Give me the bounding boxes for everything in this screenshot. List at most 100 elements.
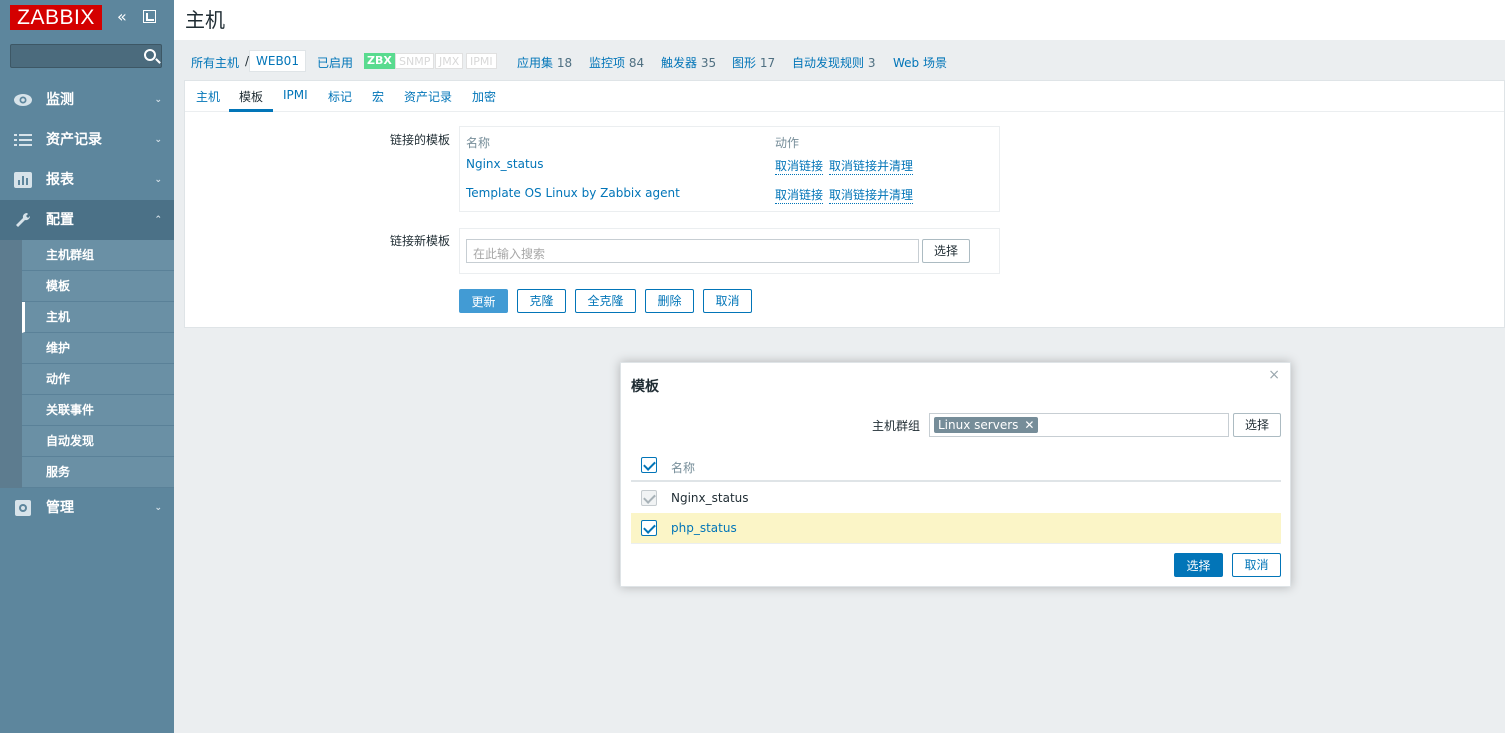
full-clone-button[interactable]: 全克隆	[575, 289, 636, 313]
linked-templates-label: 链接的模板	[389, 133, 450, 147]
menu-inventory[interactable]: 资产记录 ⌄	[0, 120, 174, 160]
menu-label: 资产记录	[46, 132, 102, 148]
linked-template-link[interactable]: Nginx_status	[466, 157, 544, 171]
menu-label: 报表	[46, 172, 74, 188]
template-search-input[interactable]: 在此输入搜索	[466, 239, 919, 263]
unlink-link[interactable]: 取消链接	[775, 186, 824, 204]
chevron-down-icon: ⌄	[154, 175, 162, 185]
host-navigation: 所有主机 / WEB01 已启用 ZBX SNMP JMX IPMI 应用集 1…	[184, 40, 1505, 80]
nav-triggers[interactable]: 触发器 35	[661, 54, 716, 71]
linked-template-link[interactable]: Template OS Linux by Zabbix agent	[466, 186, 680, 200]
zabbix-logo[interactable]: ZABBIX	[10, 5, 102, 30]
column-action: 动作	[775, 136, 800, 150]
tab-inventory[interactable]: 资产记录	[404, 88, 452, 105]
select-all-checkbox[interactable]	[641, 457, 657, 473]
nav-items-count: 84	[628, 56, 645, 70]
row-checkbox-disabled	[641, 490, 657, 506]
nav-applications[interactable]: 应用集 18	[517, 54, 572, 71]
breadcrumb-host[interactable]: WEB01	[249, 50, 306, 72]
unlink-and-clear-link[interactable]: 取消链接并清理	[829, 157, 914, 175]
nav-triggers-label: 触发器	[661, 56, 698, 70]
sidebar: ZABBIX « 监测 ⌄ 资产记录 ⌄ 报表 ⌄ 配置 ⌃ 主机群组 模板 主…	[0, 0, 174, 733]
nav-items-label: 监控项	[589, 56, 626, 70]
close-icon[interactable]: ×	[1268, 367, 1280, 383]
chevron-down-icon: ⌄	[154, 503, 162, 513]
nav-graphs[interactable]: 图形 17	[732, 54, 775, 71]
menu-monitoring[interactable]: 监测 ⌄	[0, 80, 174, 120]
host-form: 主机 模板 IPMI 标记 宏 资产记录 加密 链接的模板 名称 动作 Ngin…	[184, 80, 1505, 328]
submenu-item-services[interactable]: 服务	[22, 457, 174, 488]
submenu-item-actions[interactable]: 动作	[22, 364, 174, 395]
bar-chart-icon	[13, 172, 33, 188]
submenu-item-host-groups[interactable]: 主机群组	[22, 240, 174, 271]
sidebar-search[interactable]	[10, 44, 162, 68]
collapse-sidebar-icon[interactable]: «	[117, 9, 127, 25]
submenu-item-templates[interactable]: 模板	[22, 271, 174, 302]
cancel-button[interactable]: 取消	[703, 289, 752, 313]
delete-button[interactable]: 删除	[645, 289, 694, 313]
host-group-chip: Linux servers ✕	[934, 417, 1039, 433]
main-menu: 监测 ⌄ 资产记录 ⌄ 报表 ⌄ 配置 ⌃ 主机群组 模板 主机 维护 动作 关…	[0, 80, 174, 528]
kiosk-mode-icon[interactable]	[143, 10, 156, 23]
chip-remove-icon[interactable]: ✕	[1024, 418, 1034, 432]
menu-configuration[interactable]: 配置 ⌃	[0, 200, 174, 240]
template-row: Nginx_status	[631, 483, 1281, 514]
link-new-templates-label: 链接新模板	[389, 234, 450, 248]
search-icon[interactable]	[144, 49, 156, 61]
column-name: 名称	[671, 461, 696, 475]
availability-zbx: ZBX	[364, 53, 395, 69]
tab-encryption[interactable]: 加密	[472, 88, 496, 105]
nav-graphs-label: 图形	[732, 56, 757, 70]
page-title: 主机	[185, 8, 225, 32]
nav-graphs-count: 17	[759, 56, 776, 70]
unlink-link[interactable]: 取消链接	[775, 157, 824, 175]
menu-administration[interactable]: 管理 ⌄	[0, 488, 174, 528]
menu-reports[interactable]: 报表 ⌄	[0, 160, 174, 200]
tab-tags[interactable]: 标记	[328, 88, 352, 105]
nav-web-scenarios[interactable]: Web 场景	[893, 54, 947, 71]
submenu-item-maintenance[interactable]: 维护	[22, 333, 174, 364]
submenu-item-correlation[interactable]: 关联事件	[22, 395, 174, 426]
nav-discovery[interactable]: 自动发现规则 3	[792, 54, 875, 71]
menu-label: 管理	[46, 500, 74, 516]
breadcrumb-all-hosts[interactable]: 所有主机	[191, 54, 239, 71]
row-checkbox[interactable]	[641, 520, 657, 536]
list-icon	[13, 132, 33, 148]
status-badge: 已启用	[317, 56, 354, 70]
template-name: Nginx_status	[671, 491, 749, 505]
submenu-item-discovery[interactable]: 自动发现	[22, 426, 174, 457]
chevron-up-icon: ⌃	[154, 215, 162, 225]
host-group-label: 主机群组	[872, 419, 921, 433]
logo-row: ZABBIX «	[0, 0, 174, 36]
select-host-group-button[interactable]: 选择	[1233, 413, 1281, 437]
nav-applications-count: 18	[556, 56, 573, 70]
tab-macros[interactable]: 宏	[372, 88, 384, 105]
tab-host[interactable]: 主机	[196, 88, 220, 105]
tab-ipmi[interactable]: IPMI	[283, 88, 308, 102]
nav-discovery-label: 自动发现规则	[792, 56, 865, 70]
tab-templates[interactable]: 模板	[239, 88, 263, 105]
nav-items[interactable]: 监控项 84	[589, 54, 644, 71]
dialog-cancel-button[interactable]: 取消	[1232, 553, 1281, 577]
column-name: 名称	[466, 136, 491, 150]
unlink-and-clear-link[interactable]: 取消链接并清理	[829, 186, 914, 204]
dialog-select-button[interactable]: 选择	[1174, 553, 1223, 577]
eye-icon	[13, 92, 33, 108]
linked-templates-table: 名称 动作 Nginx_status 取消链接 取消链接并清理 Template…	[459, 126, 1000, 212]
chevron-down-icon: ⌄	[154, 135, 162, 145]
clone-button[interactable]: 克隆	[517, 289, 566, 313]
menu-label: 配置	[46, 212, 74, 228]
submenu-item-hosts[interactable]: 主机	[22, 302, 174, 333]
link-new-templates-field: 在此输入搜索 选择	[459, 228, 1000, 274]
host-group-input[interactable]: Linux servers ✕	[929, 413, 1229, 437]
template-name-link[interactable]: php_status	[671, 521, 737, 535]
page-header: 主机	[174, 0, 1505, 40]
search-input[interactable]	[11, 45, 139, 67]
chip-label: Linux servers	[938, 418, 1019, 432]
select-templates-button[interactable]: 选择	[922, 239, 970, 263]
gear-icon	[13, 500, 33, 516]
nav-discovery-count: 3	[867, 56, 876, 70]
submenu-rail	[0, 240, 22, 488]
update-button[interactable]: 更新	[459, 289, 508, 313]
active-tab-indicator	[229, 109, 273, 112]
